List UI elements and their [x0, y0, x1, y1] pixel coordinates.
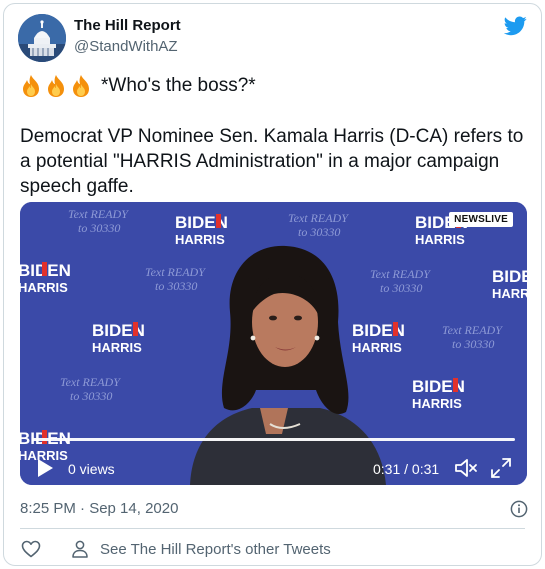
person-icon: [72, 540, 88, 558]
tweet-body: Democrat VP Nominee Sen. Kamala Harris (…: [20, 126, 524, 197]
svg-text:Text READY: Text READY: [370, 267, 431, 281]
news-live-badge: NEWSLIVE: [449, 212, 513, 227]
svg-text:to 30330: to 30330: [452, 337, 494, 351]
twitter-bird-icon[interactable]: [504, 16, 527, 36]
fire-emoji-group: [20, 74, 95, 98]
info-icon[interactable]: [510, 500, 528, 518]
svg-text:HARRIS: HARRIS: [412, 396, 462, 411]
fire-emoji: [48, 75, 64, 97]
svg-text:Text READY: Text READY: [60, 375, 121, 389]
svg-text:HARRIS: HARRIS: [20, 280, 68, 295]
svg-text:BIDEN: BIDEN: [492, 267, 527, 286]
svg-text:HARRIS: HARRIS: [175, 232, 225, 247]
backdrop-slogan: Text READYto 30330: [68, 207, 129, 235]
svg-text:to 30330: to 30330: [70, 389, 112, 403]
svg-text:HARRIS: HARRIS: [492, 286, 527, 301]
video-frame: BIDEN HARRIS BIDEN HARRIS BIDEN HARRIS B…: [20, 202, 527, 485]
svg-text:to 30330: to 30330: [298, 225, 340, 239]
svg-text:HARRIS: HARRIS: [92, 340, 142, 355]
video-player[interactable]: BIDEN HARRIS BIDEN HARRIS BIDEN HARRIS B…: [20, 202, 527, 485]
svg-text:to 30330: to 30330: [155, 279, 197, 293]
svg-text:to 30330: to 30330: [380, 281, 422, 295]
view-count: 0 views: [68, 461, 115, 477]
svg-text:HARRIS: HARRIS: [415, 232, 465, 247]
svg-text:Text READY: Text READY: [288, 211, 349, 225]
fullscreen-icon[interactable]: [490, 457, 512, 479]
display-name[interactable]: The Hill Report: [74, 17, 181, 34]
capitol-icon: [18, 14, 66, 62]
svg-text:HARRIS: HARRIS: [352, 340, 402, 355]
user-handle[interactable]: @StandWithAZ: [74, 38, 178, 55]
tweet-line-1-text: *Who's the boss?*: [101, 75, 256, 96]
video-progress-bar[interactable]: [32, 438, 515, 441]
svg-text:to 30330: to 30330: [78, 221, 120, 235]
tweet-card: The Hill Report @StandWithAZ *Who's the …: [3, 3, 542, 566]
fire-emoji: [23, 75, 39, 97]
fire-emoji: [73, 75, 89, 97]
svg-text:Text READY: Text READY: [68, 207, 129, 221]
svg-text:Text READY: Text READY: [442, 323, 503, 337]
svg-text:Text READY: Text READY: [145, 265, 206, 279]
play-icon[interactable]: [36, 458, 54, 478]
backdrop-slogan: Text READYto 30330: [288, 211, 349, 239]
volume-icon[interactable]: [454, 457, 478, 479]
divider: [20, 528, 525, 529]
backdrop-logo: BIDEN HARRIS: [492, 267, 527, 301]
video-time: 0:31 / 0:31: [373, 461, 440, 477]
heart-icon[interactable]: [21, 540, 41, 558]
avatar[interactable]: [18, 14, 66, 62]
see-other-tweets-link[interactable]: See The Hill Report's other Tweets: [100, 541, 331, 558]
backdrop-slogan: Text READYto 30330: [442, 323, 503, 351]
tweet-line-1: *Who's the boss?*: [20, 74, 256, 98]
backdrop-slogan: Text READYto 30330: [145, 265, 206, 293]
tweet-timestamp[interactable]: 8:25 PM · Sep 14, 2020: [20, 500, 178, 517]
backdrop-slogan: Text READYto 30330: [60, 375, 121, 403]
backdrop-slogan: Text READYto 30330: [370, 267, 431, 295]
